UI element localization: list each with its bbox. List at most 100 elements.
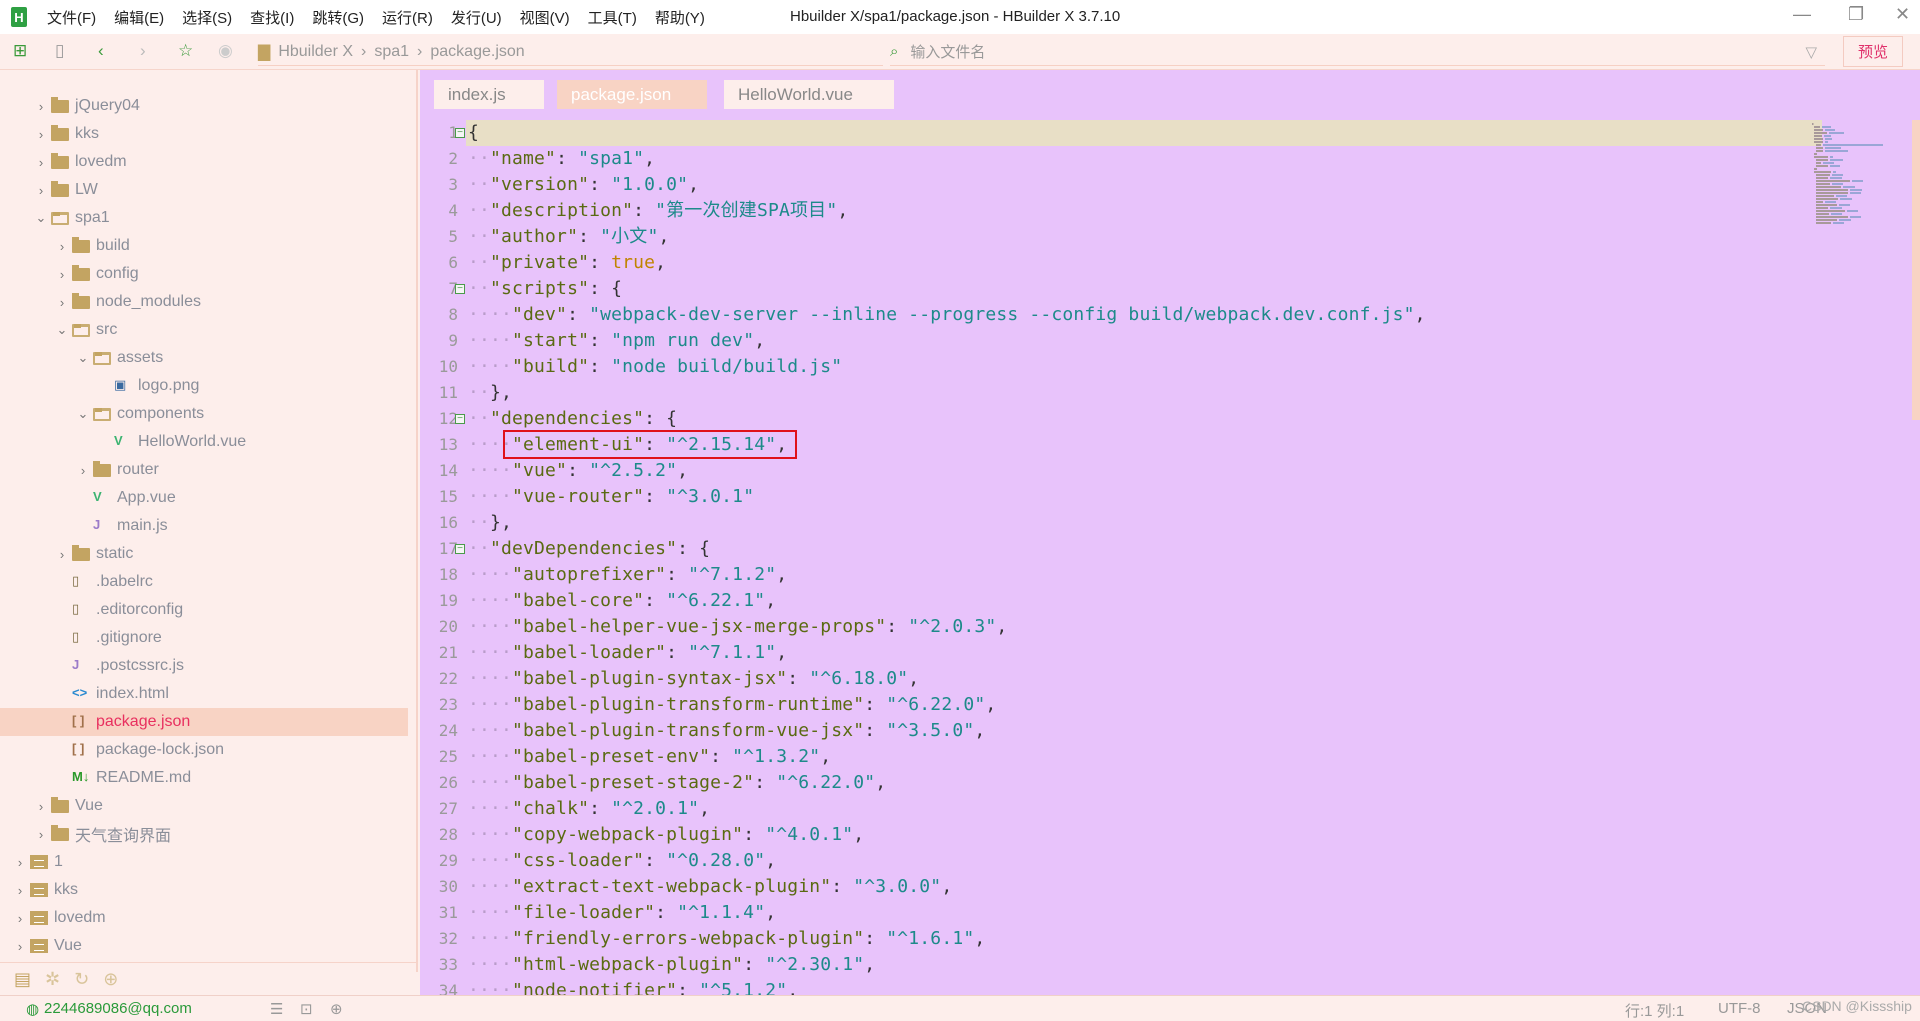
code-line[interactable]: ····"html-webpack-plugin": "^2.30.1",: [468, 952, 875, 978]
chevron-down-icon[interactable]: ⌄: [77, 406, 89, 422]
menu-goto[interactable]: 跳转(G): [312, 7, 364, 28]
code-line[interactable]: {: [468, 120, 479, 146]
code-line[interactable]: ····"extract-text-webpack-plugin": "^3.0…: [468, 874, 952, 900]
chevron-right-icon[interactable]: ›: [35, 827, 47, 842]
code-line[interactable]: ····"babel-plugin-syntax-jsx": "^6.18.0"…: [468, 666, 919, 692]
tree-item[interactable]: › 1: [0, 848, 408, 876]
code-line[interactable]: ··"scripts": {: [468, 276, 622, 302]
code-editor[interactable]: index.js package.json HelloWorld.vue 1−{…: [420, 70, 1920, 995]
tree-item[interactable]: ▣ logo.png: [0, 372, 408, 400]
code-line[interactable]: ··"author": "小文",: [468, 224, 669, 250]
code-line[interactable]: ··"name": "spa1",: [468, 146, 655, 172]
menu-run[interactable]: 运行(R): [382, 7, 433, 28]
chevron-right-icon[interactable]: ›: [35, 127, 47, 142]
code-line[interactable]: ····"vue-router": "^3.0.1": [468, 484, 754, 510]
file-search-input[interactable]: 输入文件名: [910, 41, 985, 62]
menu-file[interactable]: 文件(F): [47, 7, 96, 28]
code-line[interactable]: ····"friendly-errors-webpack-plugin": "^…: [468, 926, 985, 952]
chevron-right-icon[interactable]: ›: [35, 183, 47, 198]
code-line[interactable]: ··"version": "1.0.0",: [468, 172, 699, 198]
chevron-right-icon[interactable]: ›: [14, 911, 26, 926]
code-line[interactable]: ····"css-loader": "^0.28.0",: [468, 848, 776, 874]
encoding[interactable]: UTF-8: [1718, 1000, 1761, 1017]
code-line[interactable]: ····"babel-loader": "^7.1.1",: [468, 640, 787, 666]
code-line[interactable]: ····"babel-helper-vue-jsx-merge-props": …: [468, 614, 1007, 640]
code-line[interactable]: ····"babel-plugin-transform-vue-jsx": "^…: [468, 718, 985, 744]
file-search[interactable]: ⌕ 输入文件名 ▽: [890, 38, 1825, 66]
tree-item[interactable]: [ ] package-lock.json: [0, 736, 408, 764]
chevron-right-icon[interactable]: ›: [56, 267, 68, 282]
chevron-right-icon[interactable]: ›: [35, 155, 47, 170]
chevron-right-icon[interactable]: ›: [14, 883, 26, 898]
new-file-icon[interactable]: ⊞: [13, 41, 27, 61]
tree-item[interactable]: <> index.html: [0, 680, 408, 708]
code-line[interactable]: ··"dependencies": {: [468, 406, 677, 432]
save-icon[interactable]: ▯: [55, 41, 64, 61]
minimap[interactable]: [1810, 120, 1910, 430]
tree-item[interactable]: ▯ .babelrc: [0, 568, 408, 596]
tree-item[interactable]: [ ] package.json: [0, 708, 408, 736]
scrollbar[interactable]: [1912, 120, 1920, 420]
chevron-right-icon[interactable]: ›: [14, 939, 26, 954]
fold-icon[interactable]: −: [455, 284, 465, 294]
tree-item[interactable]: › lovedm: [0, 904, 408, 932]
chevron-right-icon[interactable]: ›: [35, 799, 47, 814]
menu-help[interactable]: 帮助(Y): [655, 7, 705, 28]
fold-icon[interactable]: −: [455, 128, 465, 138]
account-label[interactable]: 2244689086@qq.com: [44, 1000, 192, 1017]
preview-button[interactable]: 预览: [1843, 36, 1903, 67]
globe-icon[interactable]: ⊕: [330, 1000, 343, 1018]
tree-item[interactable]: › LW: [0, 176, 408, 204]
code-line[interactable]: ··"devDependencies": {: [468, 536, 710, 562]
tree-item[interactable]: › build: [0, 232, 408, 260]
tree-item[interactable]: › static: [0, 540, 408, 568]
breadcrumb-item[interactable]: package.json: [430, 43, 524, 61]
code-line[interactable]: ····"build": "node build/build.js": [468, 354, 842, 380]
code-line[interactable]: ··"description": "第一次创建SPA项目",: [468, 198, 848, 224]
tree-item[interactable]: ▯ .gitignore: [0, 624, 408, 652]
tab-package-json[interactable]: package.json: [557, 80, 707, 109]
code-line[interactable]: ····"babel-preset-stage-2": "^6.22.0",: [468, 770, 886, 796]
code-line[interactable]: ····"file-loader": "^1.1.4",: [468, 900, 776, 926]
menu-view[interactable]: 视图(V): [520, 7, 570, 28]
tree-item[interactable]: › 天气查询界面: [0, 820, 408, 848]
code-line[interactable]: ··},: [468, 510, 512, 536]
tree-item[interactable]: › jQuery04: [0, 92, 408, 120]
terminal-icon[interactable]: ⊡: [300, 1000, 313, 1018]
breadcrumb-item[interactable]: Hbuilder X: [278, 43, 353, 61]
star-icon[interactable]: ☆: [178, 41, 193, 61]
tree-item[interactable]: › node_modules: [0, 288, 408, 316]
sync-icon[interactable]: ↻: [74, 969, 89, 990]
code-line[interactable]: ··"private": true,: [468, 250, 666, 276]
tab-index-js[interactable]: index.js: [434, 80, 544, 109]
chevron-right-icon[interactable]: ›: [56, 239, 68, 254]
code-line[interactable]: ····"autoprefixer": "^7.1.2",: [468, 562, 787, 588]
tree-item[interactable]: J .postcssrc.js: [0, 652, 408, 680]
tree-item[interactable]: V HelloWorld.vue: [0, 428, 408, 456]
cursor-position[interactable]: 行:1 列:1: [1625, 1000, 1684, 1021]
project-icon[interactable]: ▤: [14, 969, 31, 990]
maximize-icon[interactable]: ❐: [1848, 4, 1864, 25]
tree-item[interactable]: ⌄ spa1: [0, 204, 408, 232]
tree-item[interactable]: › router: [0, 456, 408, 484]
code-line[interactable]: ····"node-notifier": "^5.1.2",: [468, 978, 798, 995]
fold-icon[interactable]: −: [455, 544, 465, 554]
web-icon[interactable]: ⊕: [103, 969, 118, 990]
chevron-down-icon[interactable]: ⌄: [35, 210, 47, 226]
code-line[interactable]: ····"dev": "webpack-dev-server --inline …: [468, 302, 1426, 328]
list-icon[interactable]: ☰: [270, 1000, 283, 1018]
tree-item[interactable]: V App.vue: [0, 484, 408, 512]
code-line[interactable]: ····"start": "npm run dev",: [468, 328, 765, 354]
code-line[interactable]: ····"vue": "^2.5.2",: [468, 458, 688, 484]
tree-item[interactable]: ⌄ src: [0, 316, 408, 344]
chevron-right-icon[interactable]: ›: [56, 547, 68, 562]
tree-item[interactable]: › kks: [0, 120, 408, 148]
tree-item[interactable]: ⌄ assets: [0, 344, 408, 372]
tree-item[interactable]: Jmain.js: [0, 512, 408, 540]
fold-icon[interactable]: −: [455, 414, 465, 424]
code-line[interactable]: ····"chalk": "^2.0.1",: [468, 796, 710, 822]
tab-helloworld-vue[interactable]: HelloWorld.vue: [724, 80, 894, 109]
code-line[interactable]: ····"babel-preset-env": "^1.3.2",: [468, 744, 831, 770]
code-line[interactable]: ····"babel-core": "^6.22.1",: [468, 588, 776, 614]
menu-select[interactable]: 选择(S): [182, 7, 232, 28]
